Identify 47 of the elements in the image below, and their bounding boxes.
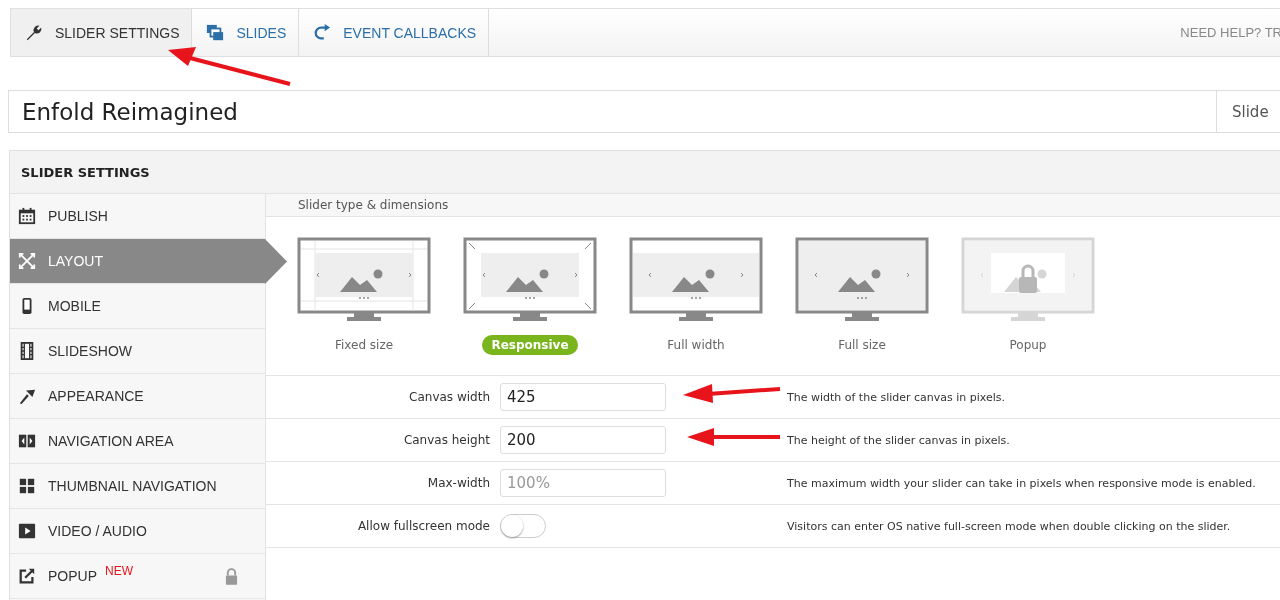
slider-type-label: Full width <box>666 337 726 354</box>
slider-type-option[interactable]: Full width <box>629 237 763 375</box>
title-side-label: Slide <box>1216 91 1280 132</box>
setting-description: The height of the slider canvas in pixels. <box>787 433 1010 447</box>
sidebar-item[interactable]: APPEARANCE <box>10 374 265 419</box>
input-field[interactable]: 200 <box>500 426 666 454</box>
expand-icon <box>18 252 36 270</box>
pointer-arrow <box>265 239 287 284</box>
toggle-switch[interactable] <box>500 514 546 538</box>
film-icon <box>18 342 36 360</box>
sidebar-item[interactable]: THUMBNAIL NAVIGATION <box>10 464 265 509</box>
grid-icon <box>18 477 36 495</box>
section-title: Slider type & dimensions <box>298 198 449 212</box>
arrows-icon <box>18 432 36 450</box>
setting-description: Visitors can enter OS native full-screen mode when double clicking on the slider. <box>787 519 1231 533</box>
slider-title: Enfold Reimagined <box>21 98 239 125</box>
play-icon <box>18 522 36 540</box>
panel-title: SLIDER SETTINGS <box>21 164 150 180</box>
setting-label: Canvas height <box>402 433 490 447</box>
sidebar-item[interactable]: NAVIGATION AREA <box>10 419 265 464</box>
new-label: NEW <box>105 564 133 578</box>
external-link-icon <box>18 567 36 585</box>
calendar-icon <box>18 207 36 225</box>
input-field[interactable]: 425 <box>500 383 666 411</box>
slider-type-label: Fixed size <box>333 337 395 354</box>
sidebar-item[interactable]: MOBILE <box>10 284 265 329</box>
images-icon <box>206 23 225 42</box>
nav-tab[interactable]: EVENT CALLBACKS <box>299 9 490 56</box>
setting-label: Allow fullscreen mode <box>356 519 490 533</box>
setting-description: The width of the slider canvas in pixels. <box>787 390 1006 404</box>
redo-icon <box>313 23 332 42</box>
slider-type-label: Full size <box>837 337 887 354</box>
input-field[interactable]: 100% <box>500 469 666 497</box>
sidebar-item[interactable]: POPUP $^{NEW}$ <box>10 554 265 599</box>
sidebar-item[interactable]: VIDEO / AUDIO <box>10 509 265 554</box>
title-field[interactable]: Enfold Reimagined Slide <box>8 90 1280 133</box>
setting-description: The maximum width your slider can take in pixels when responsive mode is enabled. <box>787 476 1256 490</box>
slider-type-option[interactable]: Full size <box>795 237 929 375</box>
setting-label: Max-width <box>426 476 490 490</box>
setting-label: Canvas width <box>408 390 490 404</box>
brush-icon <box>18 387 36 405</box>
slider-type-label: Responsive <box>482 335 578 355</box>
sidebar-item[interactable]: SLIDESHOW <box>10 329 265 374</box>
slider-type-option[interactable]: Fixed size <box>297 237 431 375</box>
nav-tab[interactable]: SLIDER SETTINGS <box>11 9 193 56</box>
wrench-icon <box>25 23 43 42</box>
slider-type-label: Popup <box>1008 337 1048 354</box>
